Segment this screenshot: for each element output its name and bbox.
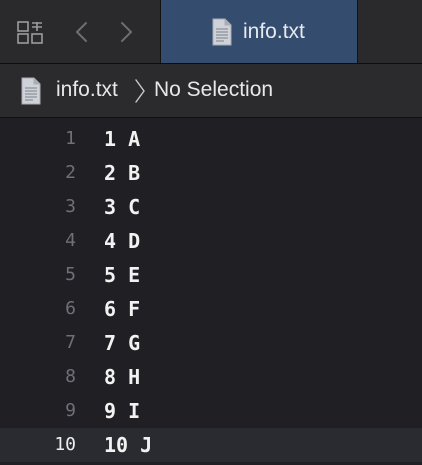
text-document-icon — [212, 18, 232, 46]
line-number: 5 — [65, 264, 76, 285]
jump-bar: info.txt No Selection — [0, 64, 422, 118]
tab-bar: info.txt — [0, 0, 422, 64]
editor-line-current[interactable]: 10 10 J — [0, 428, 422, 462]
editor-line[interactable]: 1 1 A — [0, 122, 422, 156]
code-line-text[interactable]: 7 G — [104, 331, 140, 355]
code-line-text[interactable]: 8 H — [104, 365, 140, 389]
line-number: 9 — [65, 400, 76, 421]
tab-info-txt[interactable]: info.txt — [161, 0, 357, 63]
line-number: 8 — [65, 366, 76, 387]
editor-line[interactable]: 6 6 F — [0, 292, 422, 326]
breadcrumb-selection[interactable]: No Selection — [154, 77, 273, 103]
code-line-text[interactable]: 2 B — [104, 161, 140, 185]
chevron-right-icon — [135, 79, 145, 103]
code-line-text[interactable]: 3 C — [104, 195, 140, 219]
editor-line[interactable]: 5 5 E — [0, 258, 422, 292]
line-number: 6 — [65, 298, 76, 319]
text-document-icon — [21, 77, 41, 105]
line-number: 4 — [65, 230, 76, 251]
tab-label: info.txt — [243, 20, 305, 43]
line-number: 2 — [65, 162, 76, 183]
editor-line[interactable]: 2 2 B — [0, 156, 422, 190]
line-number: 10 — [54, 434, 76, 455]
line-number: 1 — [65, 128, 76, 149]
editor-line[interactable]: 7 7 G — [0, 326, 422, 360]
code-line-text[interactable]: 6 F — [104, 297, 140, 321]
chevron-right-icon[interactable] — [116, 20, 136, 44]
code-editor[interactable]: 1 1 A 2 2 B 3 3 C 4 4 D 5 5 E 6 6 F 7 7 … — [0, 118, 422, 465]
line-number: 7 — [65, 332, 76, 353]
editor-line[interactable]: 3 3 C — [0, 190, 422, 224]
editor-line[interactable]: 4 4 D — [0, 224, 422, 258]
code-line-text[interactable]: 5 E — [104, 263, 140, 287]
code-line-text[interactable]: 4 D — [104, 229, 140, 253]
code-line-text[interactable]: 9 I — [104, 399, 140, 423]
tab-divider — [357, 0, 358, 63]
code-line-text[interactable]: 10 J — [104, 433, 152, 457]
line-number: 3 — [65, 196, 76, 217]
code-line-text[interactable]: 1 A — [104, 127, 140, 151]
related-items-grid-icon[interactable] — [17, 21, 43, 45]
chevron-left-icon[interactable] — [72, 20, 92, 44]
breadcrumb-file[interactable]: info.txt — [56, 77, 118, 103]
editor-line[interactable]: 8 8 H — [0, 360, 422, 394]
editor-line[interactable]: 9 9 I — [0, 394, 422, 428]
